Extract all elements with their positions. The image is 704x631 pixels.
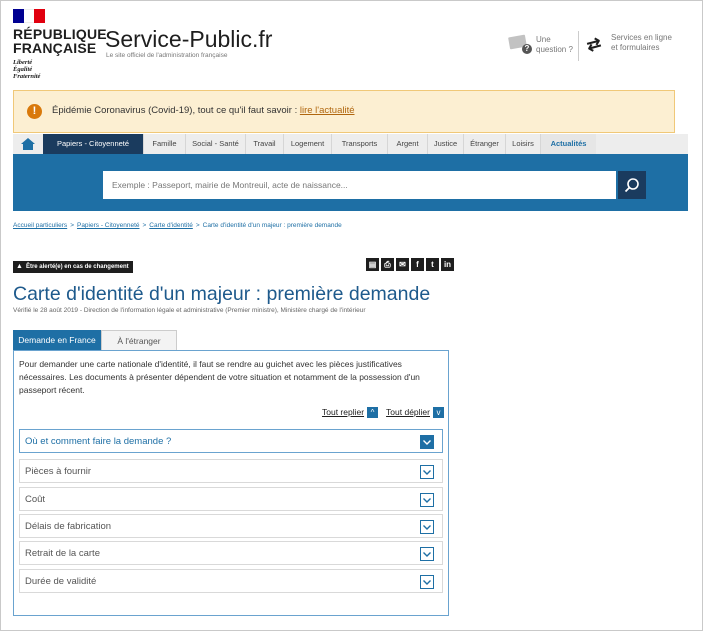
question-label-line2: question ?: [536, 45, 573, 54]
question-label-line1: Une: [536, 35, 551, 44]
home-icon: [21, 138, 35, 150]
accordion-item[interactable]: Où et comment faire la demande ?: [19, 429, 443, 453]
nav-item-social-sante[interactable]: Social - Santé: [185, 134, 245, 154]
nav-item-transports[interactable]: Transports: [331, 134, 387, 154]
republique-francaise-logo[interactable]: RÉPUBLIQUE FRANÇAISE: [13, 27, 107, 55]
tab-demande-en-france[interactable]: Demande en France: [13, 330, 101, 350]
email-icon[interactable]: ✉: [396, 258, 409, 271]
accordion-controls: Tout replier ^ Tout déplier v: [322, 407, 444, 419]
question-link[interactable]: ? Une question ?: [508, 31, 589, 59]
services-label-line2: et formulaires: [611, 43, 660, 52]
nav-item-logement[interactable]: Logement: [283, 134, 331, 154]
search-button[interactable]: [618, 171, 646, 199]
print-icon[interactable]: ⎙: [381, 258, 394, 271]
accordion-label: Pièces à fournir: [25, 466, 92, 477]
tab-bar: Demande en France À l'étranger: [13, 330, 177, 350]
alert-me-label: Être alerté(e) en cas de changement: [25, 264, 129, 270]
motto: Liberté Égalité Fraternité: [13, 59, 40, 80]
header-divider: [578, 31, 579, 61]
motto-liberte: Liberté: [13, 59, 33, 66]
linkedin-icon[interactable]: in: [441, 258, 454, 271]
accordion-label: Où et comment faire la demande ?: [25, 436, 172, 447]
chevron-down-icon: [420, 493, 434, 507]
main-nav: Papiers - Citoyenneté Famille Social - S…: [13, 134, 688, 156]
expand-all-control[interactable]: Tout déplier v: [386, 407, 444, 419]
chevron-down-icon: v: [433, 407, 444, 419]
nav-item-famille[interactable]: Famille: [143, 134, 185, 154]
nav-item-justice[interactable]: Justice: [427, 134, 463, 154]
home-nav-button[interactable]: [13, 134, 43, 154]
nav-item-loisirs[interactable]: Loisirs: [505, 134, 540, 154]
alert-text: Épidémie Coronavirus (Covid-19), tout ce…: [52, 105, 300, 116]
accordion-item[interactable]: Délais de fabrication: [19, 514, 443, 538]
chevron-down-icon: [420, 465, 434, 479]
collapse-all-control[interactable]: Tout replier ^: [322, 407, 379, 419]
alert-link[interactable]: lire l'actualité: [300, 105, 355, 116]
nav-item-papiers[interactable]: Papiers - Citoyenneté: [43, 134, 143, 154]
page-frame: RÉPUBLIQUE FRANÇAISE Liberté Égalité Fra…: [0, 0, 703, 631]
facebook-icon[interactable]: f: [411, 258, 424, 271]
verified-info: Vérifié le 28 août 2019 - Direction de l…: [13, 307, 366, 314]
search-icon: [624, 178, 639, 193]
accordion-item[interactable]: Durée de validité: [19, 569, 443, 593]
motto-fraternite: Fraternité: [13, 73, 41, 80]
site-title[interactable]: Service-Public.fr: [105, 26, 272, 53]
marianne-logo[interactable]: [13, 9, 45, 23]
question-label: Une question ?: [536, 35, 573, 55]
chevron-down-icon: [420, 520, 434, 534]
exchange-arrows-icon: ⇄: [584, 33, 604, 56]
expand-all-link[interactable]: Tout déplier: [386, 407, 430, 417]
alert-text-wrap: Épidémie Coronavirus (Covid-19), tout ce…: [52, 105, 355, 116]
breadcrumb-carte-identite[interactable]: Carte d'identité: [149, 222, 193, 229]
accordion-label: Coût: [25, 494, 46, 505]
accordion-item[interactable]: Pièces à fournir: [19, 459, 443, 483]
accordion-item[interactable]: Coût: [19, 487, 443, 511]
chevron-down-icon: [420, 575, 434, 589]
services-label-line1: Services en ligne: [611, 33, 672, 42]
site-subtitle: Le site officiel de l'administration fra…: [106, 52, 228, 59]
covid-alert-banner: ! Épidémie Coronavirus (Covid-19), tout …: [13, 90, 675, 133]
services-link[interactable]: ⇄ Services en ligne et formulaires: [584, 31, 697, 59]
breadcrumb-papiers[interactable]: Papiers - Citoyenneté: [77, 222, 140, 229]
accordion-label: Délais de fabrication: [25, 521, 112, 532]
search-band: Exemple : Passeport, mairie de Montreuil…: [13, 156, 688, 211]
alert-me-button[interactable]: ▲ Être alerté(e) en cas de changement: [13, 261, 133, 273]
breadcrumb-accueil[interactable]: Accueil particuliers: [13, 222, 67, 229]
breadcrumb: Accueil particuliers > Papiers - Citoyenne…: [13, 222, 342, 229]
search-input[interactable]: Exemple : Passeport, mairie de Montreuil…: [103, 171, 616, 199]
tab-a-l-etranger[interactable]: À l'étranger: [101, 330, 177, 350]
republique-line-1: RÉPUBLIQUE: [13, 26, 107, 42]
collapse-all-link[interactable]: Tout replier: [322, 407, 364, 417]
nav-item-etranger[interactable]: Étranger: [463, 134, 505, 154]
warning-icon: !: [27, 104, 42, 119]
chevron-up-icon: ^: [367, 407, 379, 419]
tab-panel: Pour demander une carte nationale d'iden…: [13, 350, 449, 616]
accordion-item[interactable]: Retrait de la carte: [19, 541, 443, 565]
accordion-label: Durée de validité: [25, 576, 97, 587]
share-toolbar: ▤ ⎙ ✉ f t in: [366, 258, 454, 271]
question-mark-icon: ?: [522, 44, 532, 54]
nav-item-actualites[interactable]: Actualités: [540, 134, 596, 154]
intro-text: Pour demander une carte nationale d'iden…: [19, 359, 420, 395]
chevron-down-icon: [420, 435, 434, 449]
motto-egalite: Égalité: [13, 66, 33, 73]
bell-icon: ▲: [16, 263, 23, 270]
services-label: Services en ligne et formulaires: [611, 33, 672, 53]
republique-line-2: FRANÇAISE: [13, 40, 97, 56]
nav-item-argent[interactable]: Argent: [387, 134, 427, 154]
breadcrumb-current: Carte d'identité d'un majeur : première …: [202, 222, 342, 229]
nav-item-travail[interactable]: Travail: [245, 134, 283, 154]
accordion-label: Retrait de la carte: [25, 548, 100, 559]
twitter-icon[interactable]: t: [426, 258, 439, 271]
page-title: Carte d'identité d'un majeur : première …: [13, 283, 431, 305]
chevron-down-icon: [420, 547, 434, 561]
document-icon[interactable]: ▤: [366, 258, 379, 271]
